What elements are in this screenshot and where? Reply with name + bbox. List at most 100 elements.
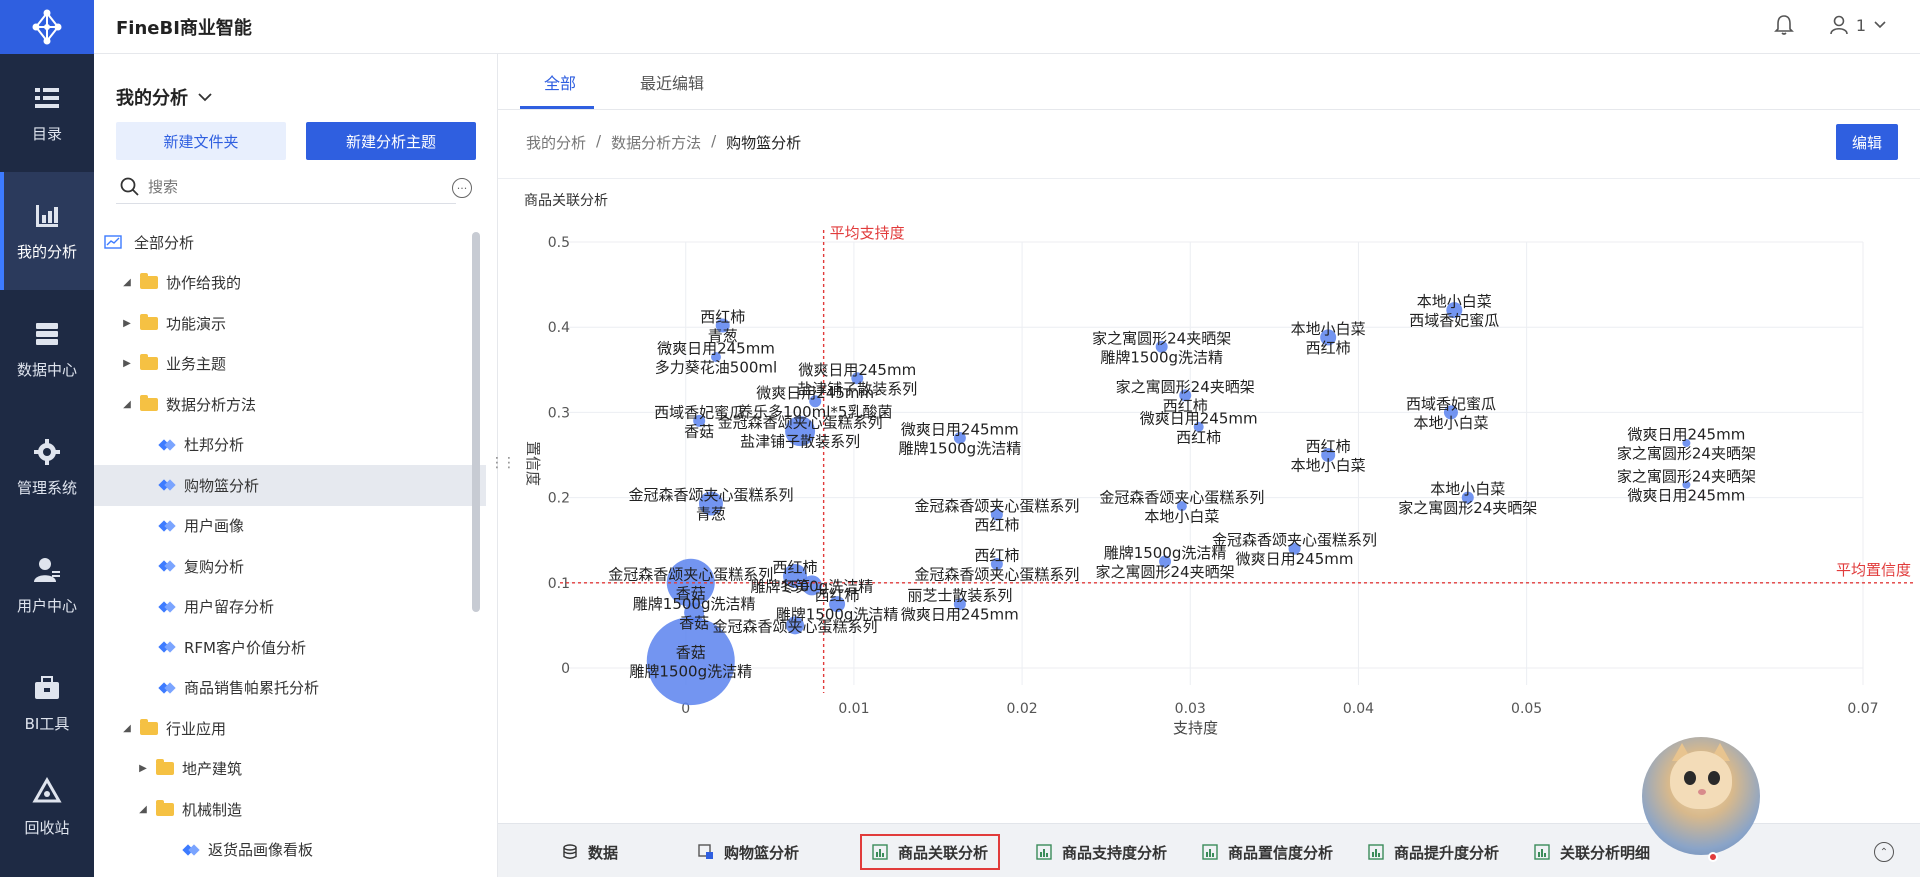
tree-folder[interactable]: ▶ 地产建筑 — [94, 749, 486, 790]
nav-data-center[interactable]: 数据中心 — [0, 290, 94, 408]
resize-handle-icon[interactable]: ⋮⋮ — [490, 455, 516, 471]
tree-folder[interactable]: ▶ 功能演示 — [94, 303, 486, 344]
tree-label: 行业应用 — [166, 719, 227, 738]
edit-button[interactable]: 编辑 — [1836, 124, 1898, 160]
logo[interactable] — [0, 0, 94, 54]
point-label: 家之寓圆形24夹晒架 — [1116, 378, 1255, 396]
caret-collapsed-icon[interactable]: ▶ — [120, 358, 134, 369]
point-label: 本地小白菜 — [1430, 480, 1505, 498]
tabs-bar: 全部 最近编辑 — [498, 54, 1920, 110]
sidebar-scrollbar[interactable] — [472, 232, 480, 612]
caret-collapsed-icon[interactable]: ▶ — [136, 763, 150, 774]
tree-label: 复购分析 — [184, 557, 245, 576]
more-options-icon[interactable]: ··· — [452, 178, 472, 198]
caret-expanded-icon[interactable]: ◢ — [120, 723, 134, 734]
analysis-icon — [36, 204, 58, 227]
tree-item[interactable]: 用户留存分析 — [94, 587, 486, 628]
user-menu[interactable]: 1 — [1830, 15, 1886, 35]
sheet-support[interactable]: 商品支持度分析 — [1036, 834, 1167, 870]
x-tick-label: 0.07 — [1847, 701, 1878, 717]
point-label: 微爽日用245mm — [756, 384, 874, 402]
sheet-item-association[interactable]: 商品关联分析 — [860, 834, 1001, 870]
tree-item[interactable]: 购物篮分析 — [94, 465, 486, 506]
caret-expanded-icon[interactable]: ◢ — [120, 399, 134, 410]
sheet-data[interactable]: 数据 — [562, 834, 618, 870]
point-label: 西域香妃蜜瓜 — [654, 403, 744, 421]
tree-item[interactable]: RFM客户价值分析 — [94, 627, 486, 668]
sheet-confidence[interactable]: 商品置信度分析 — [1202, 834, 1333, 870]
tree-item[interactable]: 用户画像 — [94, 506, 486, 547]
analysis-sidebar: 我的分析 新建文件夹 新建分析主题 ··· 全部分析 ◢ 协作给我的 ▶ 功能演示 ▶ 业务… — [94, 54, 498, 877]
nav-user-center[interactable]: 用户中心 — [0, 526, 94, 644]
tree-folder[interactable]: ◢ 协作给我的 — [94, 263, 486, 304]
tree-folder[interactable]: ◢ 数据分析方法 — [94, 384, 486, 425]
point-label: 金冠森香颂夹心蛋糕系列 — [914, 497, 1079, 515]
search-input[interactable] — [148, 177, 408, 196]
new-topic-button[interactable]: 新建分析主题 — [306, 122, 476, 160]
point-label: 西红柿 — [974, 516, 1019, 534]
analysis-topic-icon — [160, 600, 174, 614]
point-label: 雕牌1500g洗洁精 — [629, 663, 752, 681]
top-right-tools: 1 — [1773, 14, 1886, 36]
nav-bi-tools[interactable]: BI工具 — [0, 644, 94, 762]
point-label: 本地小白菜 — [1291, 320, 1366, 338]
point-label: 香菇 — [684, 422, 714, 440]
sheet-basket[interactable]: 购物篮分析 — [698, 834, 799, 870]
tree-folder[interactable]: ◢ 机械制造 — [94, 789, 486, 830]
nav-label: 用户中心 — [16, 596, 77, 615]
user-name: 1 — [1855, 15, 1866, 35]
y-tick-label: 0.2 — [548, 491, 570, 507]
search-box — [116, 170, 456, 204]
chart-icon — [1368, 844, 1384, 860]
avg-support-label: 平均支持度 — [830, 224, 905, 242]
tree-item[interactable]: 商品销售帕累托分析 — [94, 668, 486, 709]
breadcrumb-item[interactable]: 我的分析 — [526, 132, 586, 153]
point-label: 本地小白菜 — [1417, 293, 1492, 311]
point-label: 微爽日用245mm — [1627, 426, 1745, 444]
tree-item[interactable]: 杜邦分析 — [94, 425, 486, 466]
folder-icon — [140, 354, 158, 371]
tab-recent[interactable]: 最近编辑 — [640, 70, 704, 94]
tree-label: 协作给我的 — [166, 274, 242, 293]
floating-avatar[interactable] — [1642, 737, 1760, 855]
point-label: 金冠森香颂夹心蛋糕系列 — [1099, 489, 1264, 507]
divider — [498, 178, 1920, 179]
sheet-lift[interactable]: 商品提升度分析 — [1368, 834, 1499, 870]
point-label: 雕牌1500g洗洁精 — [1100, 348, 1223, 366]
tab-all[interactable]: 全部 — [544, 70, 576, 94]
bell-icon[interactable] — [1773, 14, 1794, 36]
point-label: 本地小白菜 — [1413, 414, 1488, 432]
catalog-icon — [35, 87, 59, 108]
dashboard-icon — [698, 844, 713, 859]
collapse-icon[interactable]: ⌃ — [1874, 842, 1894, 862]
point-label: 家之寓圆形24夹晒架 — [1617, 445, 1756, 463]
sidebar-title[interactable]: 我的分析 — [116, 84, 212, 110]
tree-folder[interactable]: ▶ 业务主题 — [94, 344, 486, 385]
chart-icon — [872, 844, 888, 860]
caret-expanded-icon[interactable]: ◢ — [120, 277, 134, 288]
new-folder-button[interactable]: 新建文件夹 — [116, 122, 286, 160]
tree-item[interactable]: 复购分析 — [94, 546, 486, 587]
nav-catalog[interactable]: 目录 — [0, 54, 94, 172]
tree-item[interactable]: 返货品画像看板 — [94, 830, 486, 871]
tree-root[interactable]: 全部分析 — [94, 222, 486, 263]
caret-expanded-icon[interactable]: ◢ — [136, 804, 150, 815]
point-label: 金冠森香颂夹心蛋糕系列 — [628, 486, 793, 504]
tree-label: 功能演示 — [166, 314, 227, 333]
point-label: 家之寓圆形24夹晒架 — [1617, 467, 1756, 485]
nav-recycle[interactable]: 回收站 — [0, 762, 94, 852]
tree-label: 地产建筑 — [182, 760, 243, 779]
sheet-detail[interactable]: 关联分析明细 — [1534, 834, 1650, 870]
x-tick-label: 0.01 — [838, 701, 869, 717]
point-label: 微爽日用245mm — [1140, 409, 1258, 427]
logo-icon — [32, 9, 62, 45]
point-label: 盐津铺子散装系列 — [740, 433, 860, 451]
notification-dot — [1708, 852, 1718, 862]
nav-admin[interactable]: 管理系统 — [0, 408, 94, 526]
nav-my-analysis[interactable]: 我的分析 — [0, 172, 94, 290]
tree-folder[interactable]: ◢ 行业应用 — [94, 708, 486, 749]
chart-line-icon — [104, 235, 122, 249]
caret-collapsed-icon[interactable]: ▶ — [120, 318, 134, 329]
breadcrumb-item[interactable]: 数据分析方法 — [611, 132, 701, 153]
y-axis-title: 置信度 — [524, 441, 542, 486]
